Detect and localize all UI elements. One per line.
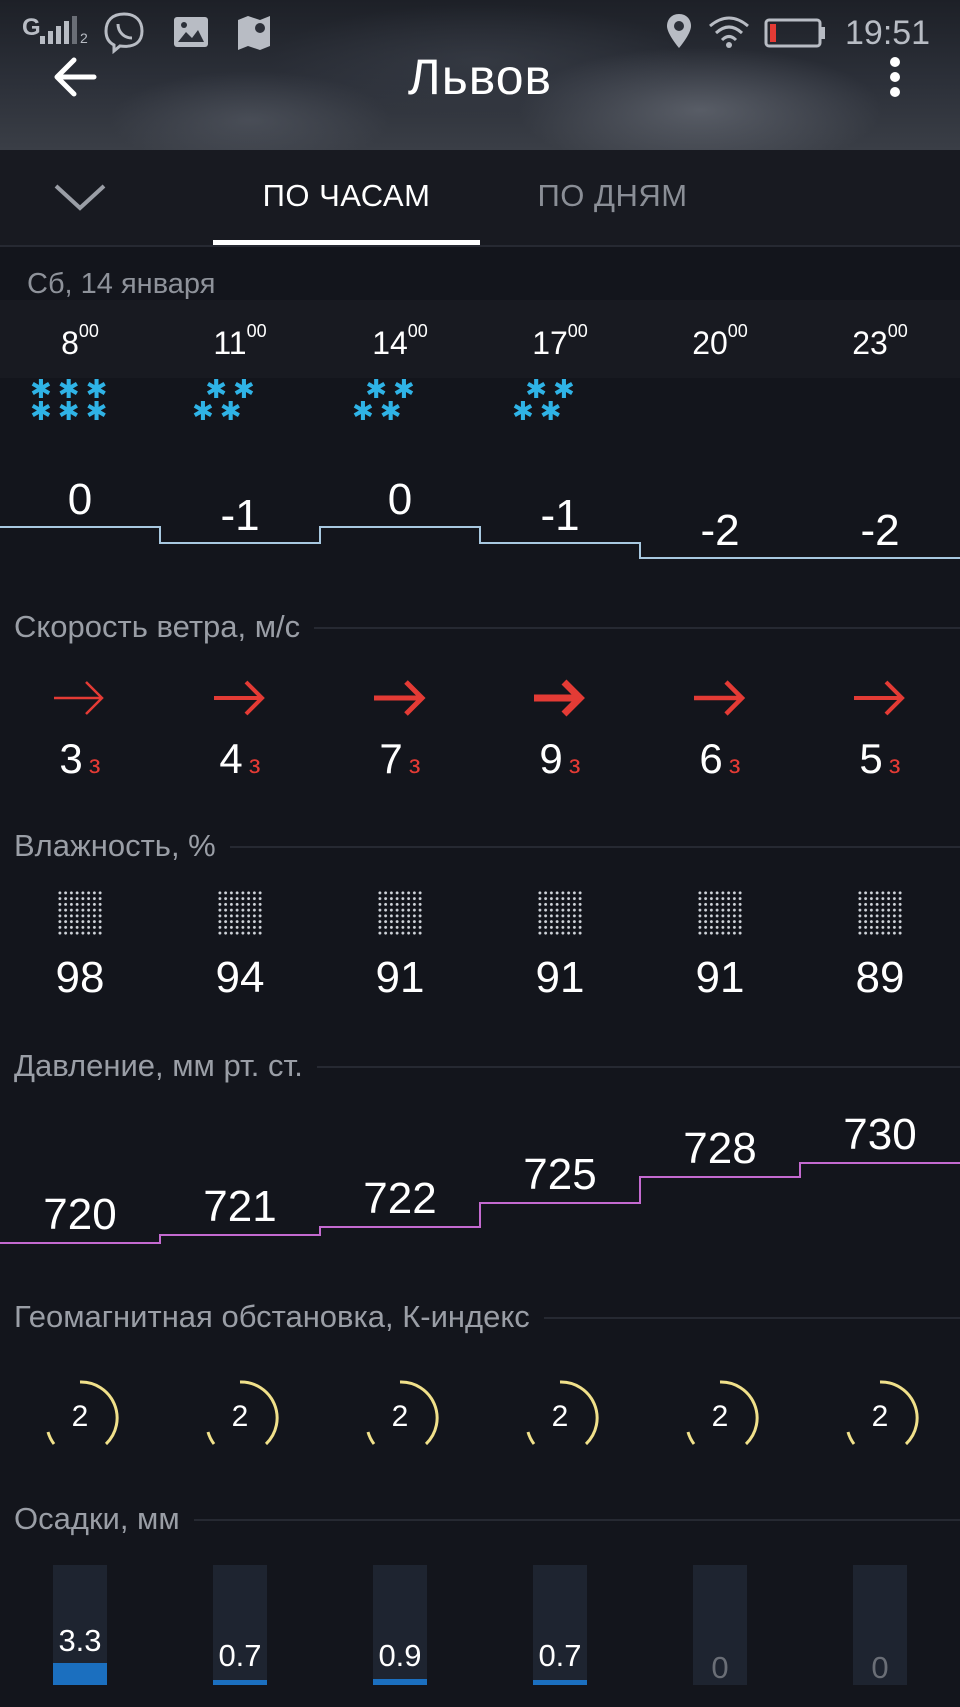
temperature-value: -2 (860, 506, 900, 555)
section-title-pressure: Давление, мм рт. ст. (14, 1048, 317, 1084)
section-title-geomagnetic: Геомагнитная обстановка, К-индекс (14, 1299, 544, 1335)
wind-arrow-icon (214, 680, 265, 716)
wind-speed: 9з (539, 735, 581, 782)
pressure-value: 728 (683, 1124, 757, 1173)
temperature-value: -2 (700, 506, 740, 555)
k-index-value: 2 (871, 1400, 889, 1433)
precip-value: 0 (871, 1650, 889, 1685)
humidity-dots-icon (857, 890, 903, 936)
humidity-value: 91 (375, 953, 425, 1002)
hour-label: 1400 (372, 321, 428, 361)
temperature-value: -1 (540, 491, 580, 540)
page-title: Львов (407, 49, 553, 105)
humidity-dots-icon (697, 890, 743, 936)
k-index-gauge: 2 (680, 1378, 760, 1458)
k-index-value: 2 (551, 1400, 569, 1433)
pressure-value: 730 (843, 1110, 917, 1159)
location-icon (667, 14, 691, 48)
k-index-gauge: 2 (840, 1378, 920, 1458)
wind-speed: 5з (859, 735, 901, 782)
tab-bar: ПО ЧАСАМ ПО ДНЯМ (0, 150, 960, 247)
k-index-gauge: 2 (520, 1378, 600, 1458)
wind-arrow-icon (694, 680, 746, 716)
section-title-precipitation: Осадки, мм (14, 1501, 194, 1537)
pressure-value: 722 (363, 1174, 437, 1223)
hour-label: 1700 (532, 321, 588, 361)
hour-label: 800 (61, 321, 99, 361)
precip-value: 0.7 (218, 1638, 262, 1673)
wind-speed: 4з (219, 735, 261, 782)
wind-speed: 7з (379, 735, 421, 782)
temperature-value: -1 (220, 491, 260, 540)
wind-arrow-icon (54, 681, 104, 715)
k-index-value: 2 (71, 1400, 89, 1433)
pressure-value: 720 (43, 1190, 117, 1239)
snow-icon: ✱✱ ✱✱ (512, 374, 581, 426)
wind-arrow-icon (534, 679, 585, 717)
humidity-dots-icon (217, 890, 263, 936)
wifi-icon (709, 16, 749, 48)
tab-daily[interactable]: ПО ДНЯМ (490, 178, 735, 214)
sim-slot-label: 2 (80, 30, 88, 46)
humidity-value: 98 (55, 953, 105, 1002)
humidity-value: 89 (855, 953, 905, 1002)
humidity-value: 91 (535, 953, 585, 1002)
snow-icon: ✱✱ ✱✱ (192, 374, 261, 426)
section-title-humidity: Влажность, % (14, 828, 230, 864)
precip-value: 0 (711, 1650, 729, 1685)
precip-value: 0.7 (538, 1638, 582, 1673)
k-index-gauge: 2 (360, 1378, 440, 1458)
wind-arrow-icon (854, 680, 905, 716)
hour-label: 2000 (692, 321, 748, 361)
wind-speed: 6з (699, 735, 741, 782)
section-title-wind: Скорость ветра, м/с (14, 609, 315, 645)
heavy-snow-icon: ✱✱✱ ✱✱✱ (30, 374, 114, 426)
app-header: G 2 19:51 Львов (0, 0, 960, 150)
k-index-value: 2 (711, 1400, 729, 1433)
snow-icon: ✱✱ ✱✱ (352, 374, 421, 426)
wind-arrow-icon (374, 680, 426, 716)
temperature-value: 0 (67, 475, 93, 524)
more-vert-icon[interactable] (880, 52, 910, 102)
date-label: Сб, 14 января (27, 268, 216, 300)
tab-hourly[interactable]: ПО ЧАСАМ (214, 178, 479, 214)
k-index-gauge: 2 (40, 1378, 120, 1458)
k-index-value: 2 (391, 1400, 409, 1433)
chevron-down-icon[interactable] (52, 180, 108, 214)
pressure-value: 721 (203, 1182, 277, 1231)
k-index-value: 2 (231, 1400, 249, 1433)
humidity-dots-icon (537, 890, 583, 936)
precip-value: 0.9 (378, 1638, 422, 1673)
precip-value: 3.3 (58, 1623, 102, 1658)
hour-label: 1100 (213, 321, 267, 361)
k-index-gauge: 2 (200, 1378, 280, 1458)
hour-label: 2300 (852, 321, 908, 361)
battery-icon (764, 18, 825, 48)
gallery-icon (174, 17, 208, 47)
signal-icon (40, 16, 77, 44)
humidity-dots-icon (377, 890, 423, 936)
temperature-value: 0 (387, 475, 413, 524)
pressure-value: 725 (523, 1150, 597, 1199)
active-tab-indicator (213, 240, 480, 245)
wind-speed: 3з (59, 735, 101, 782)
humidity-value: 94 (215, 953, 265, 1002)
maps-icon (238, 16, 270, 50)
humidity-value: 91 (695, 953, 745, 1002)
humidity-dots-icon (57, 890, 103, 936)
